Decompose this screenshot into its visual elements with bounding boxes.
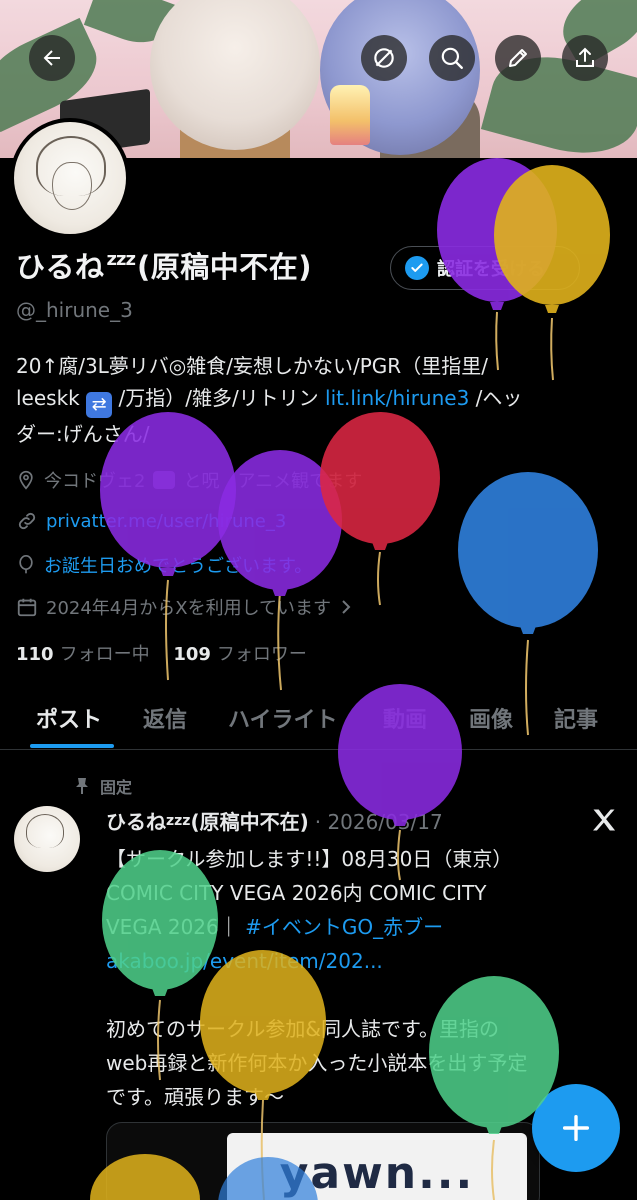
follow-stats: 110 フォロー中 109 フォロワー [16,640,307,666]
share-button[interactable] [562,35,608,81]
post-line: COMIC CITY VEGA 2026内 COMIC CITY [106,881,487,905]
post-hashtag[interactable]: #イベントGO_赤ブー [245,915,443,939]
tab-videos[interactable]: 動画 [383,702,427,734]
following-count: 110 [16,644,54,665]
author-name: ひるね [106,810,166,834]
profile-handle: @_hirune_3 [16,298,133,322]
location-pin-icon [19,470,33,490]
post-date[interactable]: · 2026/03/17 [315,810,443,834]
post-media[interactable]: yawn... [106,1122,540,1200]
tab-replies[interactable]: 返信 [143,702,187,734]
location-emoji-icon [153,471,176,489]
x-logo-icon [593,809,616,831]
display-name-row: ひるね zzz (原稿中不在) [16,244,312,286]
followers-label: フォロワー [216,644,307,665]
active-tab-indicator [30,744,114,748]
arrow-left-icon [43,50,60,66]
profile-joined[interactable]: 2024年4月からXを利用しています [16,594,353,620]
bio-line: ダー:げんさん/ [16,422,150,446]
media-image: yawn... [227,1133,527,1200]
tab-highlights[interactable]: ハイライト [228,702,338,734]
bio-line: leeskk ⇄ /万指）/雑多/リトリン lit.link/hirune3 /… [16,382,628,418]
search-icon [441,47,463,69]
hide-button[interactable] [361,35,407,81]
display-name: ひるね [16,250,105,284]
profile-tabs: ポスト 返信 ハイライト 動画 画像 記事 [0,690,637,750]
calendar-icon [17,598,37,617]
back-button[interactable] [29,35,75,81]
balloon-icon [19,555,33,574]
website-link[interactable]: privatter.me/user/hirune_3 [46,511,286,532]
author-zzz: zzz [166,813,191,829]
profile-birthday: お誕生日おめでとうございます。 [16,552,312,578]
bio-line: 20↑腐/3L夢リバ◎雑食/妄想しかない/PGR（里指里/ [16,354,488,378]
pin-icon [76,778,88,794]
link-icon [18,512,36,530]
verified-badge-icon [405,256,429,280]
post-line: VEGA 2026｜ #イベントGO_赤ブー [106,910,626,944]
banner-parfait [330,85,370,145]
profile-location: 今コドヴェ2 と呪 アニメ観てます [16,467,362,493]
avatar-face [52,162,92,210]
bio-text: /ヘッ [475,386,523,410]
edit-button[interactable] [495,35,541,81]
get-verified-label: 認証を受ける [437,259,545,280]
following-label: フォロー中 [59,644,150,665]
author-suffix: (原稿中不在) [190,810,309,834]
post-text: 【サークル参加します!!】08月30日（東京） COMIC CITY VEGA … [106,842,626,1114]
pinned-text: 固定 [100,778,133,797]
post-link[interactable]: akaboo.jp/event/item/202... [106,944,626,978]
tab-posts[interactable]: ポスト [36,702,102,734]
tab-media[interactable]: 画像 [469,702,513,734]
followers-count: 109 [173,644,211,665]
location-text-tail: と呪 アニメ観てます [183,471,363,492]
get-verified-button[interactable]: 認証を受ける [390,246,580,290]
avatar-hair [26,814,64,848]
banner-character [150,0,320,150]
post-header: ひるねzzz(原稿中不在) · 2026/03/17 [106,806,443,835]
compose-fab-button[interactable] [532,1084,620,1172]
tab-articles[interactable]: 記事 [554,702,598,734]
display-name-suffix: (原稿中不在) [136,250,312,284]
repeat-emoji-icon: ⇄ [86,392,113,418]
plus-icon [562,1114,590,1142]
location-text: 今コドヴェ2 [44,471,146,492]
post-author-avatar[interactable] [14,806,80,872]
display-name-zzz: zzz [106,248,136,270]
post-author-name[interactable]: ひるねzzz(原稿中不在) [106,806,309,835]
post-text-span: VEGA 2026｜ [106,915,246,939]
following-stat[interactable]: 110 フォロー中 [16,644,150,665]
post-line: web再録と新作何本か入った小説本を出す予定 [106,1051,528,1075]
profile-avatar[interactable] [10,118,130,238]
post-line: 初めてのサークル参加&同人誌です。里指の [106,1017,499,1041]
followers-stat[interactable]: 109 フォロワー [173,644,307,665]
bio-link[interactable]: lit.link/hirune3 [325,386,469,410]
chevron-right-icon [342,600,351,614]
joined-text: 2024年4月からXを利用しています [46,598,332,619]
pinned-label: 固定 [74,774,132,798]
birthday-text: お誕生日おめでとうございます。 [44,556,313,577]
pencil-icon [509,49,527,67]
hide-icon [374,48,394,68]
bio-text: /万指）/雑多/リトリン [118,386,319,410]
profile-bio: 20↑腐/3L夢リバ◎雑食/妄想しかない/PGR（里指里/ leeskk ⇄ /… [16,350,628,450]
share-icon [576,47,594,67]
profile-website[interactable]: privatter.me/user/hirune_3 [16,510,286,532]
bio-text: leeskk [16,386,80,410]
post-line: 【サークル参加します!!】08月30日（東京） [106,847,513,871]
search-button[interactable] [429,35,475,81]
